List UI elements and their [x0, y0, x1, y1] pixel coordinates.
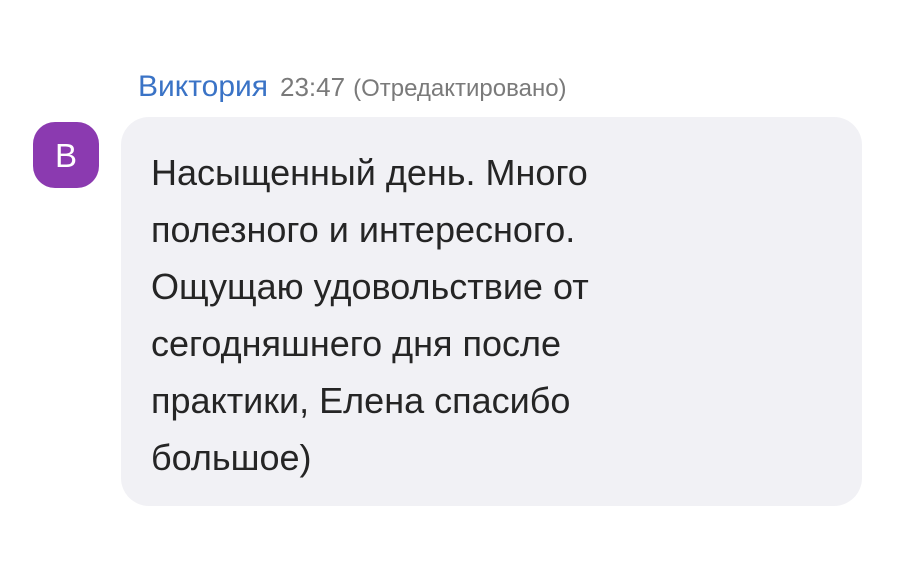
avatar[interactable]: В	[33, 122, 99, 188]
message-meta: Виктория 23:47 (Отредактировано)	[138, 70, 567, 110]
edited-label: (Отредактировано)	[353, 75, 567, 102]
message-text: Насыщенный день. Много полезного и интер…	[151, 152, 589, 478]
sender-name[interactable]: Виктория	[138, 70, 268, 104]
message-bubble: Насыщенный день. Много полезного и интер…	[121, 117, 862, 506]
chat-message: В Виктория 23:47 (Отредактировано) Насыщ…	[0, 0, 900, 578]
avatar-initial: В	[54, 136, 77, 174]
message-time: 23:47	[280, 72, 346, 102]
